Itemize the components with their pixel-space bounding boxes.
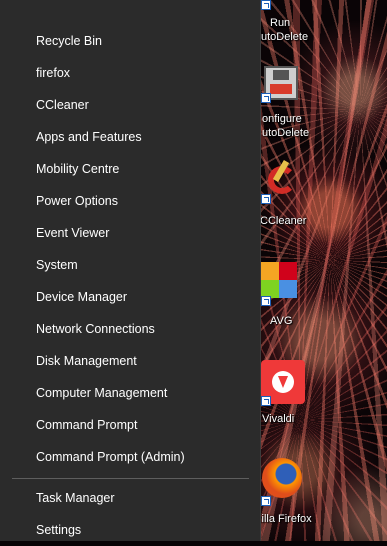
desktop-icon-label: utoDelete [261, 31, 309, 43]
shortcut-arrow-icon [261, 296, 271, 306]
shortcut-arrow-icon [261, 396, 271, 406]
menu-item-label: Power Options [36, 194, 118, 208]
desktop-icon-label: Vivaldi [262, 413, 295, 425]
shortcut-arrow-icon [261, 194, 271, 204]
desktop-icon-label: AVG [270, 315, 293, 327]
desktop-icon-firefox[interactable]: zilla Firefox [256, 458, 348, 528]
desktop-icon-avg[interactable]: AVG [258, 262, 348, 332]
shortcut-arrow-icon [261, 496, 271, 506]
menu-item-label: CCleaner [36, 98, 89, 112]
menu-item-system[interactable]: System [0, 249, 260, 281]
menu-item-label: Device Manager [36, 290, 128, 304]
desktop-icon-run-autodelete[interactable]: Run utoDelete [258, 0, 348, 50]
firefox-icon [262, 458, 302, 498]
desktop-icon-ccleaner[interactable]: CCleaner [258, 159, 348, 230]
desktop-icon-vivaldi[interactable]: Vivaldi [258, 360, 348, 430]
desktop-icon-label: CCleaner [260, 215, 307, 227]
menu-item-label: firefox [36, 66, 71, 80]
desktop-icon-label: utoDelete [262, 127, 310, 139]
shortcut-arrow-icon [261, 0, 271, 10]
menu-item-disk-management[interactable]: Disk Management [0, 345, 260, 377]
desktop-icon-label: zilla Firefox [256, 513, 312, 525]
menu-item-label: Command Prompt (Admin) [36, 450, 185, 464]
menu-item-power-options[interactable]: Power Options [0, 185, 260, 217]
ccleaner-icon [264, 159, 298, 198]
winx-context-menu: Recycle Bin firefox CCleaner Apps and Fe… [0, 0, 261, 541]
menu-item-recycle-bin[interactable]: Recycle Bin [0, 25, 260, 57]
menu-item-label: Event Viewer [36, 226, 110, 240]
desktop-icon-label: Run [270, 17, 291, 29]
menu-item-label: System [36, 258, 78, 272]
desktop-icon-configure-autodelete[interactable]: onfigure utoDelete [258, 66, 348, 146]
menu-item-ccleaner[interactable]: CCleaner [0, 89, 260, 121]
menu-item-label: Computer Management [36, 386, 168, 400]
menu-item-label: Network Connections [36, 322, 155, 336]
menu-item-command-prompt[interactable]: Command Prompt [0, 409, 260, 441]
menu-item-label: Recycle Bin [36, 34, 102, 48]
shortcut-arrow-icon [261, 93, 271, 103]
menu-item-event-viewer[interactable]: Event Viewer [0, 217, 260, 249]
menu-item-label: Command Prompt [36, 418, 138, 432]
menu-item-label: Settings [36, 523, 82, 537]
menu-item-label: Mobility Centre [36, 162, 120, 176]
menu-item-computer-management[interactable]: Computer Management [0, 377, 260, 409]
menu-item-device-manager[interactable]: Device Manager [0, 281, 260, 313]
menu-item-command-prompt-admin[interactable]: Command Prompt (Admin) [0, 441, 260, 473]
menu-item-firefox[interactable]: firefox [0, 57, 260, 89]
menu-item-settings[interactable]: Settings [0, 514, 260, 546]
menu-item-apps-and-features[interactable]: Apps and Features [0, 121, 260, 153]
menu-item-label: Task Manager [36, 491, 115, 505]
menu-separator [12, 478, 249, 479]
menu-item-label: Disk Management [36, 354, 137, 368]
menu-item-label: Apps and Features [36, 130, 142, 144]
menu-item-mobility-centre[interactable]: Mobility Centre [0, 153, 260, 185]
menu-item-network-connections[interactable]: Network Connections [0, 313, 260, 345]
menu-item-task-manager[interactable]: Task Manager [0, 482, 260, 514]
avg-icon [261, 262, 297, 298]
desktop-icon-label: onfigure [262, 113, 302, 125]
